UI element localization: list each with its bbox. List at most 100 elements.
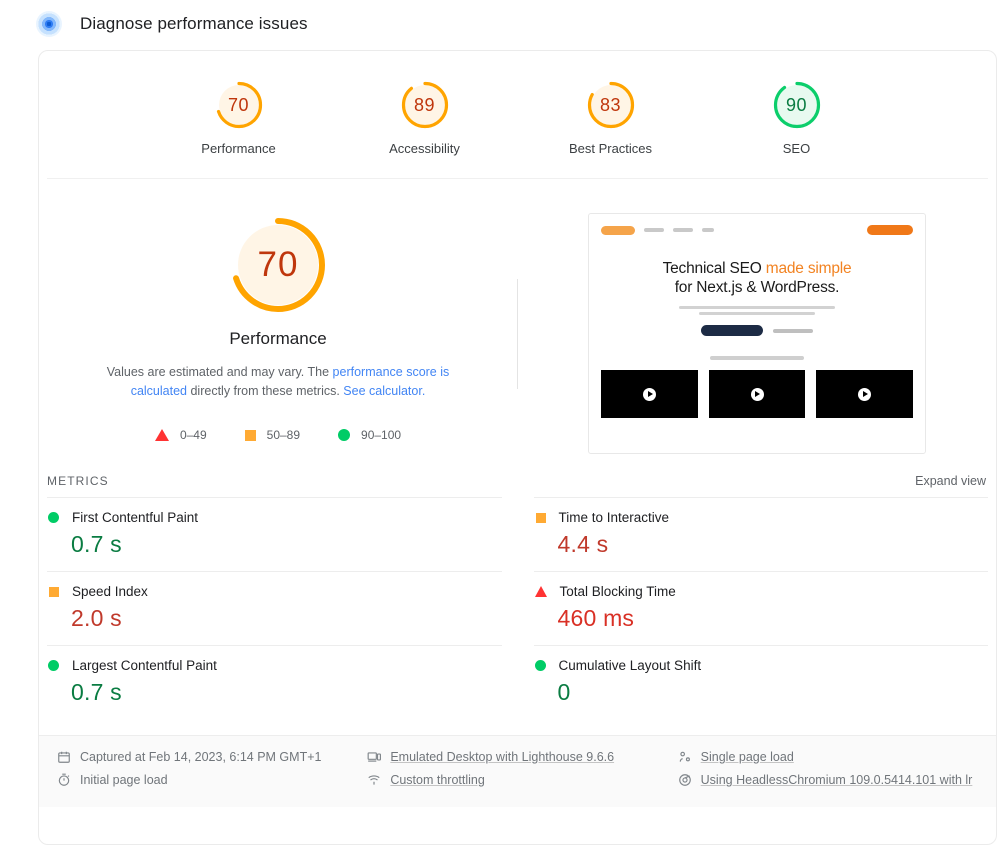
thumbnail-navlink [702, 228, 714, 232]
gauge-score-seo: 90 [785, 94, 808, 115]
stopwatch-icon [57, 773, 71, 787]
legend-item-average: 50–89 [244, 428, 301, 442]
env-throttling-text[interactable]: Custom throttling [390, 773, 484, 787]
thumbnail-secondary-button [773, 328, 813, 333]
disclaimer-middle: directly from these metrics. [187, 384, 344, 398]
gauge-ring-seo: 90 [771, 79, 823, 131]
metric-cumulative-layout-shift[interactable]: Cumulative Layout Shift 0 [533, 645, 988, 719]
env-load-type-text[interactable]: Single page load [701, 750, 794, 764]
circle-green-icon [338, 429, 351, 441]
metric-name: Speed Index [72, 584, 148, 599]
thumbnail-hero: Technical SEO made simple for Next.js & … [601, 259, 913, 336]
thumbnail-heading-accent: made simple [765, 260, 852, 277]
legend-item-pass: 90–100 [338, 428, 401, 442]
thumbnail-subtext [679, 306, 835, 315]
gauge-best-practices[interactable]: 83 Best Practices [546, 79, 676, 156]
thumbnail-hero-buttons [601, 325, 913, 336]
gauge-score-accessibility: 89 [413, 94, 436, 115]
gauge-label-performance: Performance [201, 141, 276, 156]
metric-first-contentful-paint[interactable]: First Contentful Paint 0.7 s [47, 497, 502, 571]
thumbnail-video [708, 370, 806, 418]
see-calculator-link[interactable]: See calculator. [343, 384, 425, 398]
metric-largest-contentful-paint[interactable]: Largest Contentful Paint 0.7 s [47, 645, 502, 719]
metric-name: Total Blocking Time [559, 584, 676, 599]
page-screenshot-thumbnail[interactable]: Technical SEO made simple for Next.js & … [588, 213, 926, 454]
thumbnail-navbar [601, 223, 913, 237]
calendar-icon [57, 750, 71, 764]
category-gauges: 70 Performance 89 Accessibility 83 Best … [47, 51, 988, 179]
gauge-ring-best-practices: 83 [585, 79, 637, 131]
thumbnail-subtext-line [679, 306, 835, 309]
play-icon [750, 387, 764, 401]
metrics-grid: First Contentful Paint 0.7 s Time to Int… [39, 497, 996, 719]
metric-speed-index[interactable]: Speed Index 2.0 s [47, 571, 502, 645]
env-column-emulation: Emulated Desktop with Lighthouse 9.6.6 C… [367, 750, 677, 791]
thumbnail-heading-plain: Technical SEO [662, 260, 766, 277]
disclaimer-prefix: Values are estimated and may vary. The [106, 365, 333, 379]
thumbnail-trusted-label [710, 356, 804, 360]
env-column-runtime: Single page load Using HeadlessChromium … [678, 750, 988, 791]
metric-value: 4.4 s [557, 531, 609, 557]
gauge-ring-performance: 70 [213, 79, 265, 131]
square-orange-icon [535, 512, 546, 523]
gauge-performance[interactable]: 70 Performance [174, 79, 304, 156]
triangle-red-icon [534, 586, 547, 597]
thumbnail-primary-button [701, 325, 763, 336]
env-user-agent[interactable]: Using HeadlessChromium 109.0.5414.101 wi… [678, 773, 988, 787]
lighthouse-icon [36, 11, 62, 37]
single-page-load-icon [678, 750, 692, 764]
play-icon [858, 387, 872, 401]
metric-total-blocking-time[interactable]: Total Blocking Time 460 ms [533, 571, 988, 645]
thumbnail-navlink [644, 228, 664, 232]
thumbnail-navlink [673, 228, 693, 232]
performance-disclaimer: Values are estimated and may vary. The p… [78, 363, 478, 401]
metric-value: 460 ms [557, 605, 635, 631]
thumbnail-heading: Technical SEO made simple for Next.js & … [601, 259, 913, 297]
gauge-ring-accessibility: 89 [399, 79, 451, 131]
env-user-agent-text[interactable]: Using HeadlessChromium 109.0.5414.101 wi… [701, 773, 973, 787]
big-gauge-score: 70 [257, 245, 299, 284]
gauge-label-best-practices: Best Practices [568, 141, 653, 156]
legend-range-pass: 90–100 [361, 428, 402, 442]
big-gauge-performance: 70 [226, 213, 330, 317]
play-icon [642, 387, 656, 401]
big-gauge-label: Performance [229, 329, 327, 348]
gauge-label-accessibility: Accessibility [389, 141, 460, 156]
gauge-label-seo: SEO [782, 141, 811, 156]
env-emulation[interactable]: Emulated Desktop with Lighthouse 9.6.6 [367, 750, 677, 764]
chromium-icon [678, 773, 692, 787]
metric-name: First Contentful Paint [72, 510, 199, 525]
env-captured-at: Captured at Feb 14, 2023, 6:14 PM GMT+1 [57, 750, 367, 764]
square-orange-icon [244, 429, 256, 441]
legend-range-fail: 0–49 [179, 428, 207, 442]
thumbnail-video-row [601, 370, 914, 418]
desktop-icon [367, 750, 382, 764]
thumbnail-logo [601, 225, 635, 235]
score-legend: 0–49 50–89 90–100 [154, 428, 401, 442]
thumbnail-video [816, 370, 914, 418]
env-throttling[interactable]: Custom throttling [367, 773, 677, 787]
metric-name: Cumulative Layout Shift [558, 658, 702, 673]
square-orange-icon [49, 586, 59, 597]
thumbnail-heading-line2: for Next.js & WordPress. [674, 279, 840, 296]
circle-green-icon [534, 660, 546, 671]
page-title: Diagnose performance issues [80, 14, 308, 33]
thumbnail-cta-button [867, 225, 913, 235]
env-page-load-text: Initial page load [80, 773, 168, 787]
metric-time-to-interactive[interactable]: Time to Interactive 4.4 s [533, 497, 988, 571]
throttling-icon [367, 773, 381, 787]
gauge-score-best-practices: 83 [599, 94, 622, 115]
env-load-type[interactable]: Single page load [678, 750, 988, 764]
env-emulation-text[interactable]: Emulated Desktop with Lighthouse 9.6.6 [390, 750, 614, 764]
metric-name: Largest Contentful Paint [72, 658, 217, 673]
legend-range-average: 50–89 [266, 428, 301, 442]
env-page-load: Initial page load [57, 773, 367, 787]
gauge-accessibility[interactable]: 89 Accessibility [360, 79, 490, 156]
expand-view-toggle[interactable]: Expand view [915, 474, 986, 488]
env-captured-at-text: Captured at Feb 14, 2023, 6:14 PM GMT+1 [80, 750, 322, 764]
metrics-header: METRICS Expand view [39, 468, 996, 497]
metric-value: 0.7 s [71, 679, 122, 705]
environment-footer: Captured at Feb 14, 2023, 6:14 PM GMT+1 … [39, 735, 996, 807]
gauge-seo[interactable]: 90 SEO [732, 79, 862, 156]
thumbnail-trusted-by [601, 356, 913, 360]
